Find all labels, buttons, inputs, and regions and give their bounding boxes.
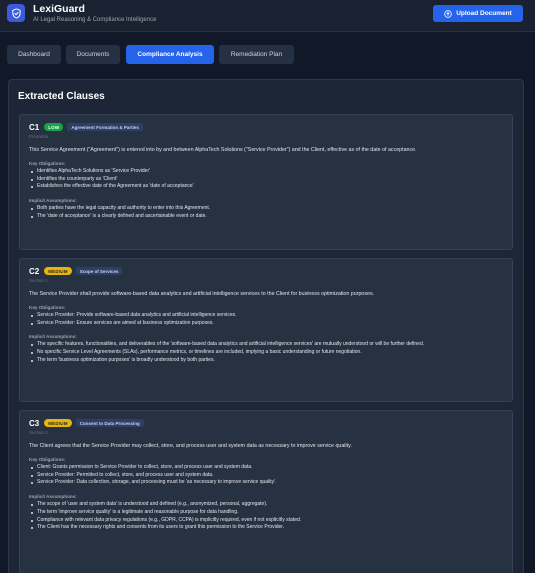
assumptions-list: The scope of 'user and system data' is u… (29, 501, 503, 532)
clause-id: C3 (29, 418, 40, 428)
assumptions-list: Both parties have the legal capacity and… (29, 205, 503, 221)
list-item: No specific Service Level Agreements (SL… (29, 349, 503, 357)
clause-section: Section 1 (29, 278, 48, 283)
obligations-list: Service Provider: Provide software-based… (29, 312, 503, 328)
clause-card-c2[interactable]: C2 MEDIUM Scope of Services Section 1 Th… (19, 258, 513, 402)
clause-id: C1 (29, 122, 40, 132)
clause-id: C2 (29, 266, 40, 276)
assumptions-list: The specific features, functionalities, … (29, 341, 503, 364)
list-item: The term 'business optimization purposes… (29, 357, 503, 365)
shield-logo-icon (7, 4, 25, 22)
tab-label: Remediation Plan (230, 51, 283, 58)
list-item: Service Provider: Ensure services are ai… (29, 320, 503, 328)
risk-badge: MEDIUM (44, 419, 72, 427)
risk-badge: MEDIUM (44, 267, 72, 275)
list-item: Service Provider: Data collection, stora… (29, 479, 503, 487)
tab-label: Compliance Analysis (137, 51, 203, 58)
tab-dashboard[interactable]: Dashboard (7, 45, 61, 64)
tab-compliance-analysis[interactable]: Compliance Analysis (126, 45, 214, 64)
implicit-assumptions-heading: Implicit Assumptions: (29, 198, 77, 204)
list-item: Service Provider: Permitted to collect, … (29, 472, 503, 480)
tab-documents[interactable]: Documents (66, 45, 120, 64)
obligations-list: Client: Grants permission to Service Pro… (29, 464, 503, 487)
list-item: Service Provider: Provide software-based… (29, 312, 503, 320)
key-obligations-heading: Key Obligations: (29, 456, 66, 462)
upload-document-button[interactable]: Upload Document (433, 5, 523, 22)
list-item: Client: Grants permission to Service Pro… (29, 464, 503, 472)
implicit-assumptions-heading: Implicit Assumptions: (29, 494, 77, 500)
panel-title: Extracted Clauses (18, 91, 105, 102)
list-item: The scope of 'user and system data' is u… (29, 501, 503, 509)
tab-label: Dashboard (18, 51, 50, 58)
list-item: Identifies the counterparty as 'Client' (29, 176, 503, 184)
extracted-clauses-panel: Extracted Clauses C1 LOW Agreement Forma… (8, 79, 524, 573)
category-tag: Scope of Services (75, 267, 123, 275)
tab-label: Documents (76, 51, 110, 58)
list-item: Identifies AlphaTech Solutions as 'Servi… (29, 168, 503, 176)
list-item: Both parties have the legal capacity and… (29, 205, 503, 213)
category-tag: Agreement Formation & Parties (67, 123, 143, 131)
list-item: The Client has the necessary rights and … (29, 524, 503, 532)
clause-text: The Client agrees that the Service Provi… (29, 443, 352, 449)
clause-section: Preamble (29, 134, 49, 139)
clause-text: This Service Agreement ("Agreement") is … (29, 147, 417, 153)
list-item: The 'date of acceptance' is a clearly de… (29, 213, 503, 221)
clause-card-c3[interactable]: C3 MEDIUM Consent to Data Processing Sec… (19, 410, 513, 573)
clause-text: The Service Provider shall provide softw… (29, 291, 375, 297)
upload-icon (444, 9, 452, 18)
category-tag: Consent to Data Processing (75, 419, 144, 427)
tab-remediation-plan[interactable]: Remediation Plan (219, 45, 294, 64)
list-item: Compliance with relevant data privacy re… (29, 517, 503, 525)
app-tagline: AI Legal Reasoning & Compliance Intellig… (33, 17, 157, 23)
app-name: LexiGuard (33, 3, 85, 15)
key-obligations-heading: Key Obligations: (29, 160, 66, 166)
key-obligations-heading: Key Obligations: (29, 304, 66, 310)
obligations-list: Identifies AlphaTech Solutions as 'Servi… (29, 168, 503, 191)
clause-section: Section 2 (29, 430, 48, 435)
clause-card-c1[interactable]: C1 LOW Agreement Formation & Parties Pre… (19, 114, 513, 250)
implicit-assumptions-heading: Implicit Assumptions: (29, 334, 77, 340)
app-header: LexiGuard AI Legal Reasoning & Complianc… (0, 0, 535, 32)
upload-document-label: Upload Document (456, 10, 512, 17)
list-item: The term 'improve service quality' is a … (29, 509, 503, 517)
list-item: The specific features, functionalities, … (29, 341, 503, 349)
list-item: Establishes the effective date of the Ag… (29, 183, 503, 191)
risk-badge: LOW (44, 123, 64, 131)
